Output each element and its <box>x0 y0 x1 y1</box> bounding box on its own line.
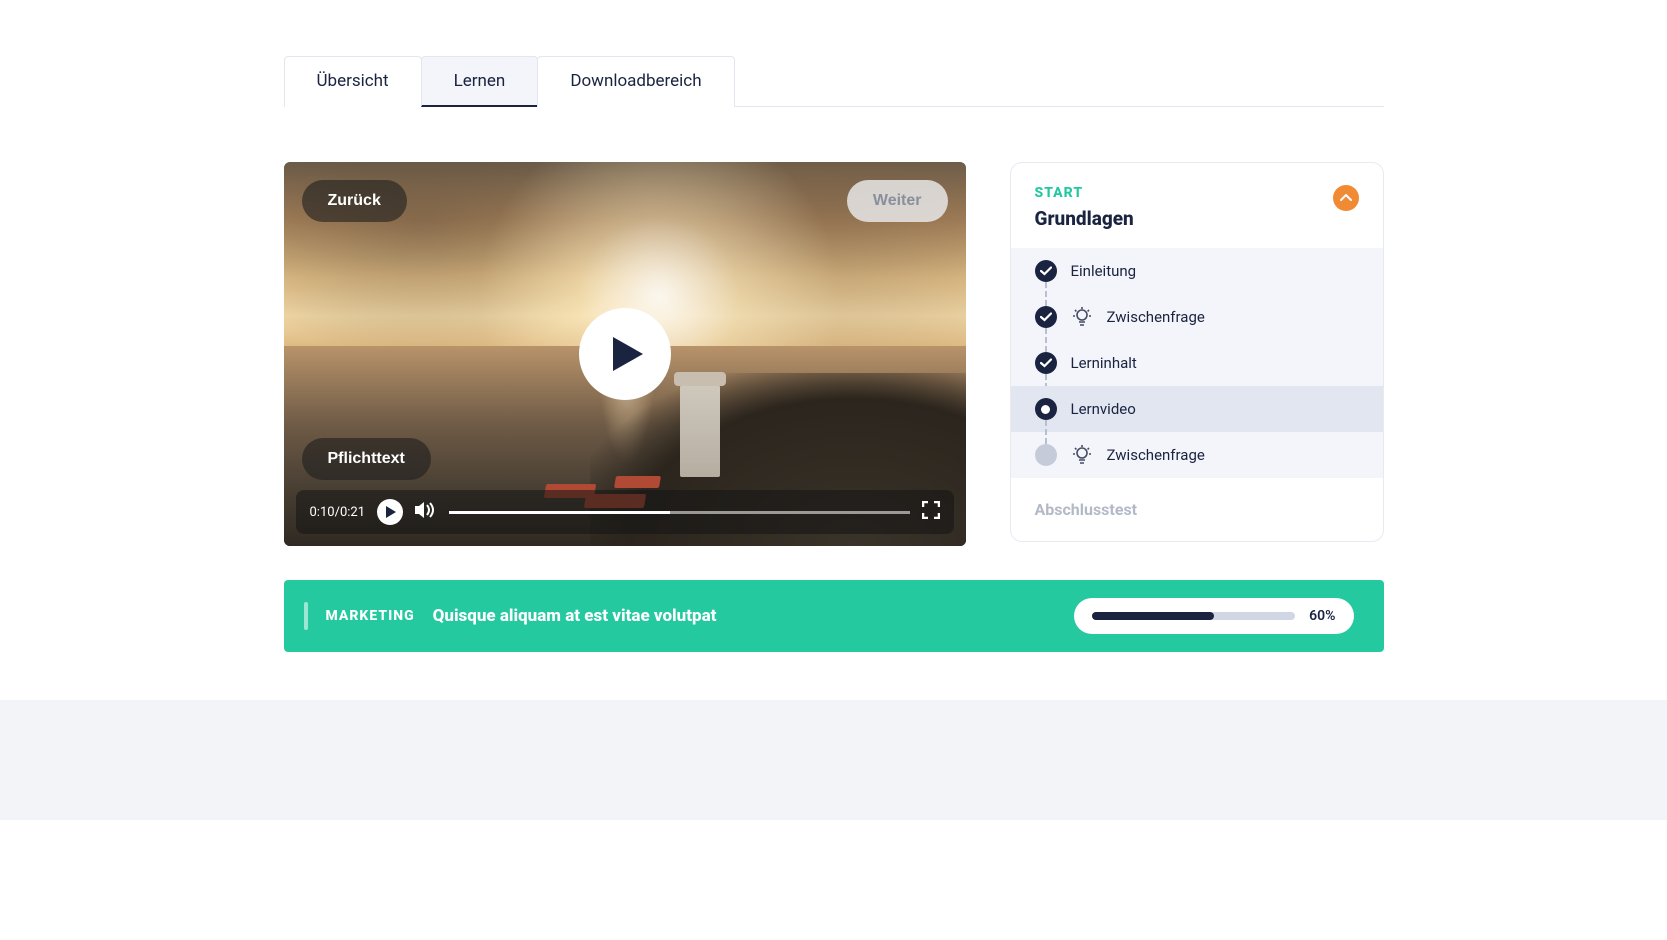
status-done-icon <box>1035 260 1057 282</box>
lesson-label: Lernvideo <box>1071 400 1136 418</box>
tab-overview[interactable]: Übersicht <box>284 56 422 107</box>
progress-percent: 60% <box>1309 608 1335 624</box>
status-current-icon <box>1035 398 1057 420</box>
progress-track <box>1092 612 1296 620</box>
lightbulb-icon <box>1071 307 1093 327</box>
lesson-sidebar: START Grundlagen Einleitung Zwischenfrage… <box>1010 162 1384 542</box>
fullscreen-button[interactable] <box>922 501 940 523</box>
lesson-label: Einleitung <box>1071 262 1137 280</box>
video-controls: 0:10/0:21 <box>296 490 954 534</box>
lesson-item[interactable]: Zwischenfrage <box>1011 294 1383 340</box>
course-progress-banner: MARKETING Quisque aliquam at est vitae v… <box>284 580 1384 652</box>
video-progress-bar[interactable] <box>449 511 909 514</box>
status-done-icon <box>1035 306 1057 328</box>
lightbulb-icon <box>1071 445 1093 465</box>
play-icon <box>386 506 396 518</box>
course-progress: 60% <box>1074 598 1354 634</box>
course-category: MARKETING <box>326 608 415 624</box>
lesson-item[interactable]: Lernvideo <box>1011 386 1383 432</box>
volume-button[interactable] <box>415 501 437 523</box>
play-button[interactable] <box>579 308 671 400</box>
sidebar-title: Grundlagen <box>1035 207 1134 230</box>
lesson-item[interactable]: Zwischenfrage <box>1011 432 1383 478</box>
tabs: Übersicht Lernen Downloadbereich <box>284 55 1384 107</box>
lesson-list: Einleitung Zwischenfrage Lerninhalt Lernvid… <box>1011 248 1383 478</box>
mandatory-text-button[interactable]: Pflichttext <box>302 438 431 480</box>
tab-learn[interactable]: Lernen <box>421 56 539 107</box>
back-button[interactable]: Zurück <box>302 180 407 222</box>
status-pending-icon <box>1035 444 1057 466</box>
video-player: Zurück Weiter Pflichttext 0:10/0:21 <box>284 162 966 546</box>
tab-downloads[interactable]: Downloadbereich <box>537 56 734 107</box>
next-button[interactable]: Weiter <box>847 180 948 222</box>
final-test-link[interactable]: Abschlusstest <box>1011 478 1383 541</box>
sidebar-header: START Grundlagen <box>1011 163 1383 248</box>
sidebar-eyebrow: START <box>1035 185 1134 201</box>
lesson-item[interactable]: Einleitung <box>1011 248 1383 294</box>
fullscreen-icon <box>922 501 940 519</box>
volume-icon <box>415 501 437 519</box>
footer-band <box>0 700 1667 820</box>
time-display: 0:10/0:21 <box>310 505 366 520</box>
play-icon <box>613 337 643 371</box>
lesson-label: Zwischenfrage <box>1107 308 1205 326</box>
lesson-label: Lerninhalt <box>1071 354 1137 372</box>
collapse-button[interactable] <box>1333 185 1359 211</box>
lesson-item[interactable]: Lerninhalt <box>1011 340 1383 386</box>
course-title: Quisque aliquam at est vitae volutpat <box>433 606 717 626</box>
chevron-up-icon <box>1340 194 1352 202</box>
play-pause-button[interactable] <box>377 499 403 525</box>
lesson-label: Zwischenfrage <box>1107 446 1205 464</box>
banner-accent-bar <box>304 602 308 630</box>
status-done-icon <box>1035 352 1057 374</box>
